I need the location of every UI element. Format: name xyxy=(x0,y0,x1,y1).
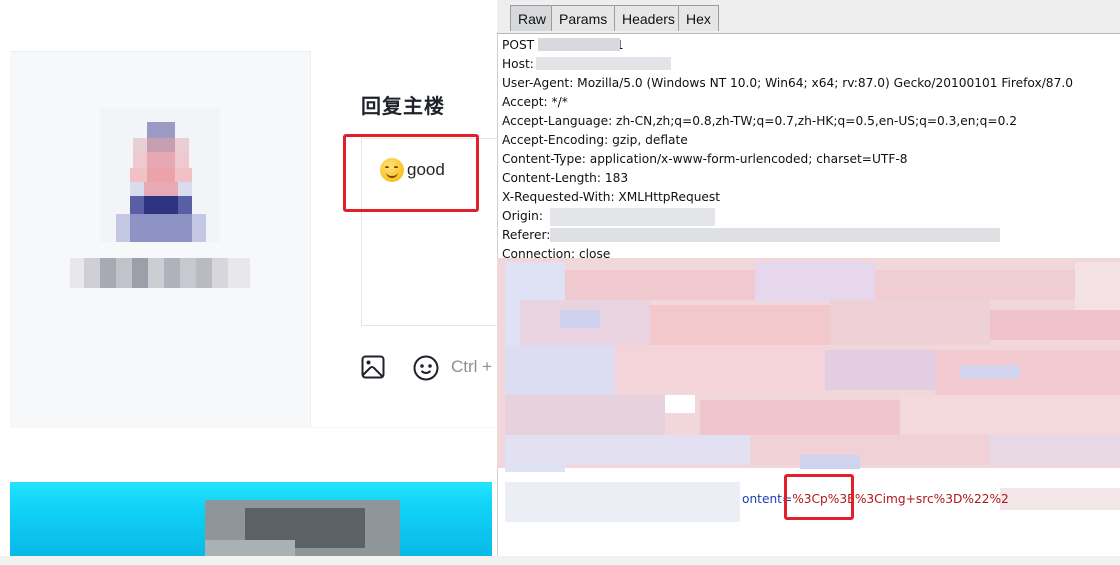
emoji-icon[interactable] xyxy=(413,355,439,381)
body-highlight-box xyxy=(784,474,854,520)
reply-title: 回复主楼 xyxy=(361,96,445,118)
header-content-length: Content-Length: 183 xyxy=(502,171,629,185)
tab-raw[interactable]: Raw xyxy=(510,5,555,31)
shortcut-hint: Ctrl + xyxy=(451,357,493,376)
header-accept: Accept: */* xyxy=(502,95,568,109)
window-bottom-edge xyxy=(0,556,1120,565)
header-user-agent: User-Agent: Mozilla/5.0 (Windows NT 10.0… xyxy=(502,76,1073,90)
tab-hex[interactable]: Hex xyxy=(678,5,719,31)
editor-highlight-box xyxy=(343,134,479,212)
header-referer: Referer: xyxy=(502,228,551,242)
header-host: Host: xyxy=(502,57,534,71)
redaction-referer xyxy=(550,228,1000,242)
tab-headers[interactable]: Headers xyxy=(614,5,683,31)
username-blurred xyxy=(70,258,250,288)
header-accept-language: Accept-Language: zh-CN,zh;q=0.8,zh-TW;q=… xyxy=(502,114,1017,128)
blurred-blob-light xyxy=(205,540,295,557)
redaction-body-suffix xyxy=(1000,488,1120,510)
avatar[interactable] xyxy=(100,108,220,242)
header-accept-encoding: Accept-Encoding: gzip, deflate xyxy=(502,133,688,147)
redaction-post-url xyxy=(538,38,620,51)
header-content-type: Content-Type: application/x-www-form-url… xyxy=(502,152,908,166)
redaction-host xyxy=(536,57,671,70)
body-value: %3Cimg+src%3D%22%2 xyxy=(854,492,1009,506)
request-body[interactable]: ontent=%3Cp%3E%3Cimg+src%3D%22%2 xyxy=(742,492,1009,506)
header-origin: Origin: xyxy=(502,209,543,223)
redaction-origin xyxy=(550,208,715,226)
redaction-body-prefix xyxy=(505,482,740,522)
tab-params[interactable]: Params xyxy=(551,5,616,31)
image-icon[interactable] xyxy=(361,355,385,379)
header-x-requested-with: X-Requested-With: XMLHttpRequest xyxy=(502,190,721,204)
